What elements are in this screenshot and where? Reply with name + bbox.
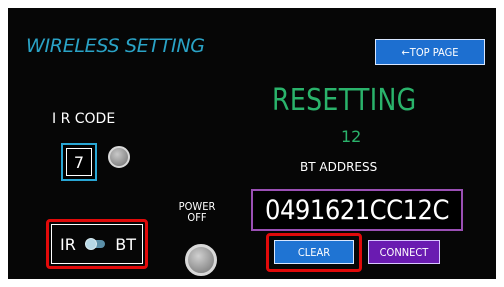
power-off-button[interactable]	[185, 244, 217, 276]
ir-code-value-box: 7	[66, 148, 92, 176]
bt-address-value: 0491621CC12C	[265, 194, 449, 226]
ir-code-value: 7	[73, 152, 85, 172]
status-count: 12	[341, 127, 362, 146]
top-page-button[interactable]: ←TOP PAGE	[375, 39, 485, 65]
mode-ir-label: IR	[60, 234, 76, 254]
mode-bt-label: BT	[115, 234, 136, 254]
mode-toggle-switch[interactable]	[84, 238, 105, 250]
ir-code-knob[interactable]	[108, 146, 130, 168]
bt-address-label: BT ADDRESS	[300, 160, 378, 174]
power-label-line2: OFF	[187, 211, 207, 224]
status-message: RESETTING	[272, 83, 417, 118]
clear-button[interactable]: CLEAR	[274, 240, 354, 264]
wireless-setting-screen: WIRELESS SETTING ←TOP PAGE RESETTING 12 …	[8, 8, 496, 279]
bt-address-field[interactable]: 0491621CC12C	[251, 189, 463, 231]
mode-toggle-panel[interactable]: IR BT	[51, 224, 143, 264]
connect-button[interactable]: CONNECT	[368, 240, 440, 264]
ir-code-field[interactable]: 7	[61, 143, 97, 181]
power-off-label: POWER OFF	[177, 201, 217, 223]
page-title: WIRELESS SETTING	[26, 35, 205, 57]
ir-code-label: I R CODE	[52, 111, 116, 127]
